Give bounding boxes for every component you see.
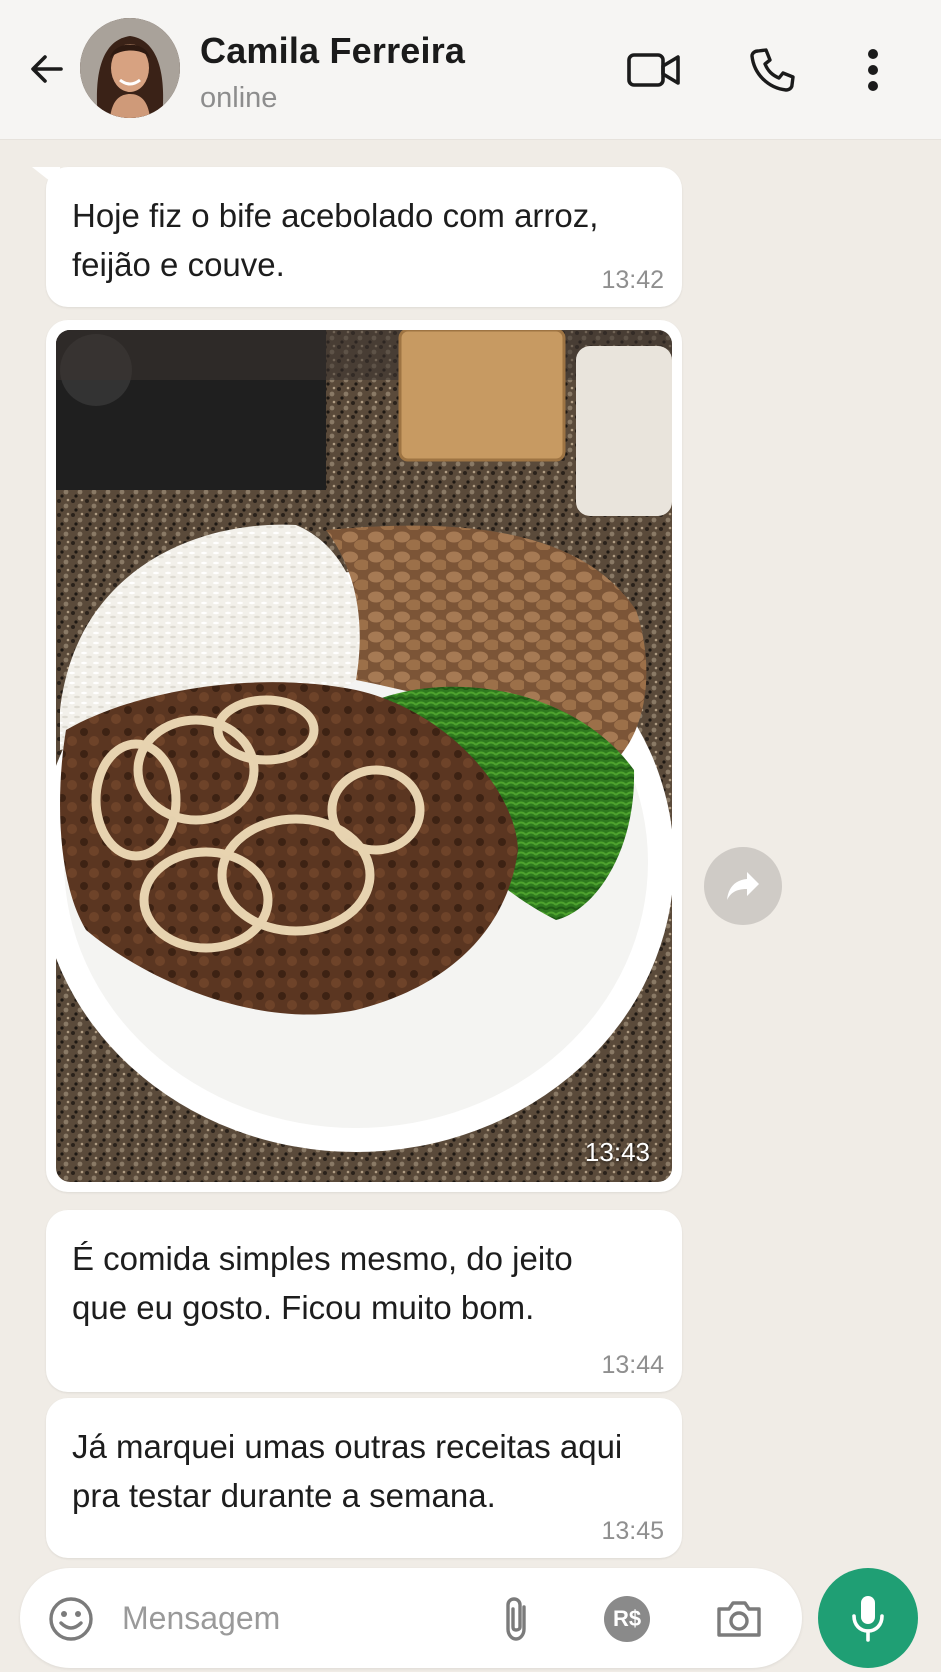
pay-icon: R$ [604,1596,650,1642]
message-bubble[interactable]: É comida simples mesmo, do jeito que eu … [46,1210,682,1392]
emoji-button[interactable] [46,1594,96,1644]
message-time: 13:45 [601,1517,664,1545]
phone-icon [750,48,795,92]
contact-status: online [200,82,278,114]
message-composer: R$ [20,1568,802,1668]
food-photo-illustration [56,330,672,1182]
mic-icon [852,1596,884,1642]
message-input[interactable] [122,1592,452,1644]
video-call-icon [627,53,680,87]
back-button[interactable] [22,44,72,94]
paperclip-icon [506,1597,526,1641]
back-arrow-icon [31,55,63,83]
camera-button[interactable] [712,1592,766,1646]
more-options-button[interactable] [843,40,903,100]
message-text: É comida simples mesmo, do jeito que eu … [72,1240,573,1326]
chat-screen: Camila Ferreira online Hoje fiz o bife a… [0,0,941,1672]
avatar[interactable] [80,18,180,118]
forward-icon [727,872,759,900]
avatar-photo [80,18,180,118]
message-text: Hoje fiz o bife acebolado com arroz, fei… [72,197,599,283]
more-vertical-icon [868,49,878,91]
message-time: 13:43 [584,1137,650,1167]
image-message-bubble[interactable]: 13:43 [46,320,682,1192]
message-text: Já marquei umas outras receitas aqui pra… [72,1428,623,1514]
camera-icon [717,1601,761,1637]
voice-message-button[interactable] [818,1568,918,1668]
emoji-icon [49,1597,93,1641]
bubble-tail [32,167,60,189]
video-call-button[interactable] [624,40,684,100]
food-photo[interactable] [56,330,672,1182]
voice-call-button[interactable] [742,40,802,100]
message-time: 13:44 [601,1351,664,1379]
forward-button[interactable] [704,847,782,925]
chat-header: Camila Ferreira online [0,0,941,140]
message-list: Hoje fiz o bife acebolado com arroz, fei… [0,140,941,1560]
message-bubble[interactable]: Hoje fiz o bife acebolado com arroz, fei… [32,167,682,307]
message-time: 13:42 [601,266,664,294]
payment-button[interactable]: R$ [600,1592,654,1646]
contact-name[interactable]: Camila Ferreira [200,30,465,72]
message-bubble[interactable]: Já marquei umas outras receitas aqui pra… [46,1398,682,1558]
attach-button[interactable] [490,1592,544,1646]
